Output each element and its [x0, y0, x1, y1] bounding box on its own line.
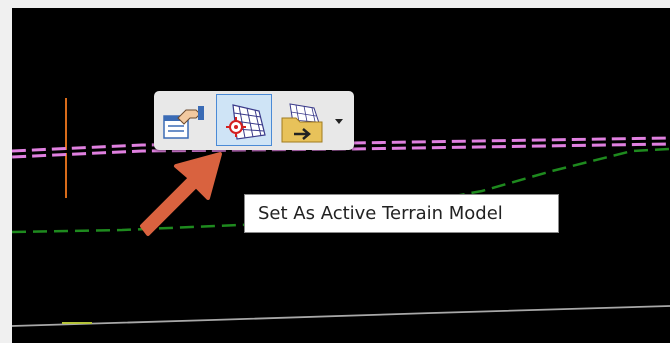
drawing-viewport[interactable] [12, 8, 670, 343]
app-window: Set As Active Terrain Model [0, 0, 670, 343]
properties-button[interactable] [156, 96, 210, 146]
export-terrain-button[interactable] [276, 96, 328, 146]
chevron-down-icon [335, 119, 343, 124]
toolbar-dropdown-button[interactable] [330, 109, 348, 133]
gray-boundary-line[interactable] [12, 305, 670, 327]
properties-hand-icon [163, 106, 204, 139]
tooltip-text: Set As Active Terrain Model [258, 203, 503, 224]
design-canvas[interactable] [12, 8, 670, 343]
terrain-mesh-target-icon [226, 104, 266, 140]
context-toolbar [154, 91, 354, 150]
terrain-folder-export-icon [281, 103, 323, 143]
set-active-terrain-button[interactable] [216, 94, 272, 146]
tooltip: Set As Active Terrain Model [244, 194, 559, 233]
